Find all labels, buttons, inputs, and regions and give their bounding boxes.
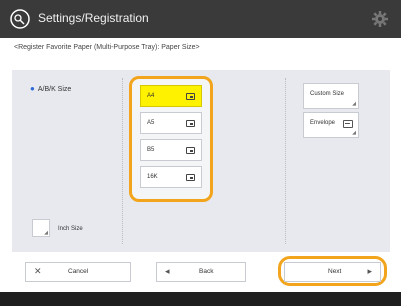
paper-orientation-icon (186, 120, 195, 127)
inch-size-button[interactable]: ◢ (32, 219, 50, 237)
selected-dot-icon: ● (30, 84, 35, 93)
back-label: Back (199, 268, 214, 275)
paper-orientation-icon (186, 174, 195, 181)
paper-size-list: A4 A5 B5 16K (129, 76, 213, 202)
settings-app-icon (10, 9, 30, 29)
arrow-right-icon: ▸ (367, 266, 372, 276)
next-label: Next (328, 268, 342, 275)
column-divider (285, 78, 286, 244)
back-button[interactable]: ◂ Back (156, 262, 246, 282)
paper-size-label: A5 (147, 120, 155, 126)
cancel-label: Cancel (68, 268, 89, 275)
paper-size-16k-button[interactable]: 16K (140, 166, 202, 188)
bottom-bar (0, 292, 401, 306)
paper-size-label: 16K (147, 174, 158, 180)
gear-icon[interactable] (371, 10, 389, 28)
custom-size-button[interactable]: Custom Size ◢ (303, 83, 359, 109)
corner-arrow-icon: ◢ (44, 230, 48, 236)
paper-size-label: A4 (147, 93, 155, 99)
paper-orientation-icon (186, 147, 195, 154)
paper-size-label: B5 (147, 147, 155, 153)
corner-arrow-icon: ◢ (352, 101, 356, 107)
envelope-icon (343, 120, 353, 128)
close-icon: ✕ (34, 266, 42, 276)
custom-size-label: Custom Size (310, 91, 345, 97)
paper-size-b5-button[interactable]: B5 (140, 139, 202, 161)
envelope-label: Envelope (310, 120, 336, 126)
paper-size-a5-button[interactable]: A5 (140, 112, 202, 134)
envelope-button[interactable]: Envelope ◢ (303, 112, 359, 138)
paper-orientation-icon (186, 93, 195, 100)
cancel-button[interactable]: ✕ Cancel (25, 262, 131, 282)
corner-arrow-icon: ◢ (352, 130, 356, 136)
next-button[interactable]: Next ▸ (284, 262, 381, 282)
column-divider (122, 78, 123, 244)
title-bar: Settings/Registration (0, 0, 401, 38)
arrow-left-icon: ◂ (165, 266, 170, 276)
page-title: Settings/Registration (38, 11, 149, 25)
paper-size-a4-button[interactable]: A4 (140, 85, 202, 107)
abk-size-label: A/B/K Size (37, 86, 72, 93)
abk-size-tab[interactable]: ● A/B/K Size (30, 84, 71, 93)
breadcrumb: <Register Favorite Paper (Multi-Purpose … (14, 44, 200, 51)
inch-size-label: Inch Size (58, 226, 83, 232)
